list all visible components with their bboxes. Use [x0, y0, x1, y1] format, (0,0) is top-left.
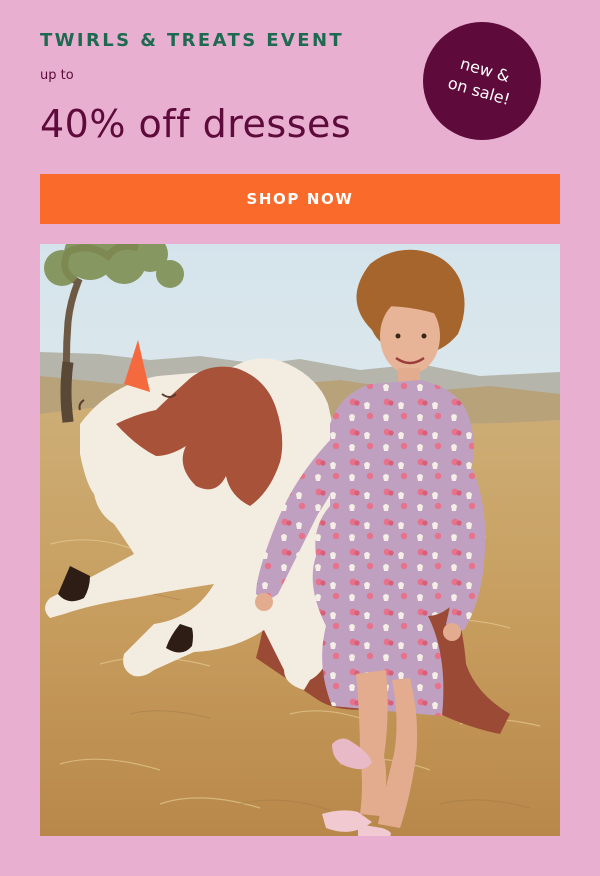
discount-qualifier: up to	[40, 68, 74, 83]
event-name: TWIRLS & TREATS EVENT	[40, 30, 345, 51]
promo-email: TWIRLS & TREATS EVENT up to 40% off dres…	[0, 0, 600, 876]
shop-now-button[interactable]: SHOP NOW	[40, 174, 560, 224]
hero-photo[interactable]	[40, 244, 560, 836]
sale-headline: 40% off dresses	[40, 102, 352, 146]
sale-badge: new & on sale!	[423, 22, 541, 140]
hero-illustration	[40, 244, 560, 836]
badge-text: new & on sale!	[445, 51, 519, 111]
